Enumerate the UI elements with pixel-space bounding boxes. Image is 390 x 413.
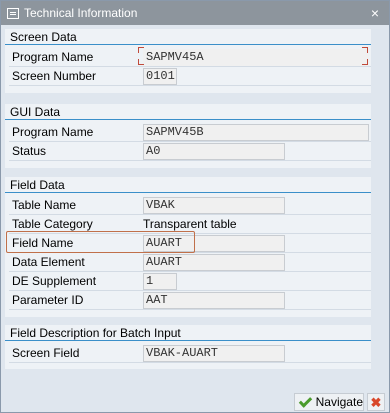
gui-program-name-label: Program Name bbox=[12, 125, 94, 139]
focus-corner-bottom-left bbox=[138, 59, 144, 65]
de-supplement-label: DE Supplement bbox=[12, 274, 97, 288]
screen-data-section: Screen Data Program Name SAPMV45A Screen… bbox=[5, 29, 371, 93]
data-element-row: Data Element AUART bbox=[9, 253, 371, 272]
focus-corner-bottom-right bbox=[362, 59, 368, 65]
table-name-row: Table Name VBAK bbox=[9, 196, 371, 215]
window-icon bbox=[7, 7, 19, 19]
section-title: Field Data bbox=[5, 177, 371, 193]
cancel-button[interactable]: ✖ bbox=[367, 393, 385, 411]
table-name-field[interactable]: VBAK bbox=[143, 196, 285, 214]
program-name-label: Program Name bbox=[12, 50, 94, 64]
parameter-id-row: Parameter ID AAT bbox=[9, 291, 371, 310]
screen-field-field[interactable]: VBAK-AUART bbox=[143, 344, 285, 362]
navigate-label: Navigate bbox=[315, 395, 363, 409]
screen-field-row: Screen Field VBAK-AUART bbox=[9, 344, 371, 363]
dialog-title: Technical Information bbox=[24, 6, 138, 20]
dialog-footer: Navigate ✖ bbox=[1, 390, 389, 412]
table-category-label: Table Category bbox=[12, 217, 93, 231]
navigate-button[interactable]: Navigate bbox=[294, 393, 364, 411]
program-name-row: Program Name SAPMV45A bbox=[9, 48, 371, 67]
section-title: Screen Data bbox=[5, 29, 371, 45]
section-title: Field Description for Batch Input bbox=[5, 325, 371, 341]
screen-field-label: Screen Field bbox=[12, 346, 80, 360]
de-supplement-field[interactable]: 1 bbox=[143, 272, 177, 290]
gui-data-section: GUI Data Program Name SAPMV45B Status A0 bbox=[5, 104, 371, 168]
gui-program-name-field[interactable]: SAPMV45B bbox=[143, 123, 369, 141]
technical-information-dialog: Technical Information × Screen Data Prog… bbox=[0, 0, 390, 413]
focus-corner-top-left bbox=[138, 47, 144, 53]
screen-number-field[interactable]: 0101 bbox=[143, 67, 177, 85]
table-category-value: Transparent table bbox=[143, 217, 237, 231]
field-name-highlight bbox=[6, 231, 195, 253]
gui-program-name-row: Program Name SAPMV45B bbox=[9, 123, 371, 142]
checkmark-icon bbox=[298, 395, 312, 409]
section-title: GUI Data bbox=[5, 104, 371, 120]
data-element-label: Data Element bbox=[12, 255, 85, 269]
cancel-x-icon: ✖ bbox=[370, 394, 382, 410]
de-supplement-row: DE Supplement 1 bbox=[9, 272, 371, 291]
status-row: Status A0 bbox=[9, 142, 371, 161]
data-element-field[interactable]: AUART bbox=[143, 253, 285, 271]
title-bar[interactable]: Technical Information × bbox=[1, 1, 389, 25]
screen-number-label: Screen Number bbox=[12, 69, 97, 83]
focus-corner-top-right bbox=[362, 47, 368, 53]
screen-number-row: Screen Number 0101 bbox=[9, 67, 371, 86]
status-label: Status bbox=[12, 144, 47, 158]
batch-input-section: Field Description for Batch Input Screen… bbox=[5, 325, 371, 369]
parameter-id-label: Parameter ID bbox=[12, 293, 84, 307]
status-field[interactable]: A0 bbox=[143, 142, 285, 160]
parameter-id-field[interactable]: AAT bbox=[143, 291, 285, 309]
table-name-label: Table Name bbox=[12, 198, 77, 212]
close-icon[interactable]: × bbox=[367, 5, 383, 21]
program-name-field[interactable]: SAPMV45A bbox=[143, 48, 369, 66]
